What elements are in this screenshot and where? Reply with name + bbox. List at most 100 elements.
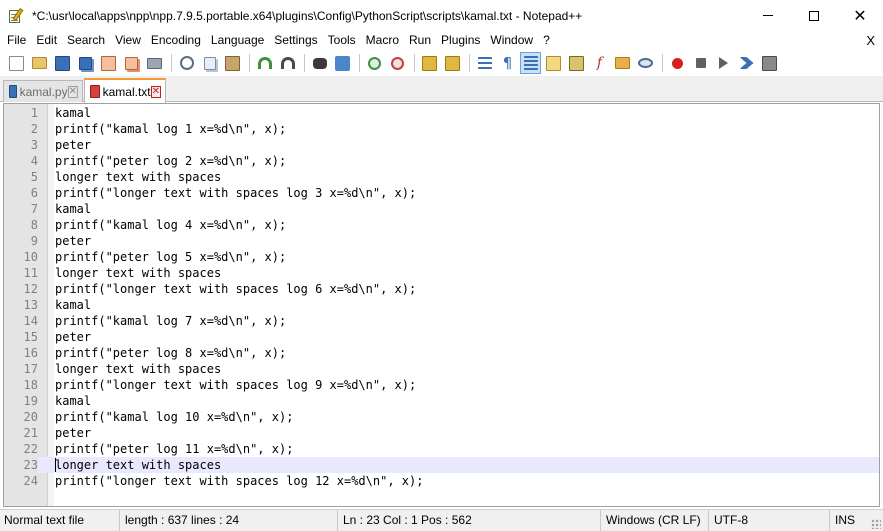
line-text[interactable]: longer text with spaces: [55, 457, 221, 473]
editor-line[interactable]: 7 kamal: [4, 201, 879, 217]
minimize-button[interactable]: [745, 0, 791, 31]
close-button[interactable]: [98, 52, 119, 74]
menu-view[interactable]: View: [110, 31, 146, 50]
save-macro-button[interactable]: [759, 52, 780, 74]
editor-line[interactable]: 22 printf("peter log 11 x=%d\n", x);: [4, 441, 879, 457]
sync-scroll-horizontal-button[interactable]: [442, 52, 463, 74]
function-list-button[interactable]: f: [589, 52, 610, 74]
editor-line[interactable]: 3 peter: [4, 137, 879, 153]
editor-line[interactable]: 21 peter: [4, 425, 879, 441]
stop-recording-button[interactable]: [690, 52, 711, 74]
editor-line[interactable]: 12 printf("longer text with spaces log 6 …: [4, 281, 879, 297]
document-map-button[interactable]: [566, 52, 587, 74]
redo-button[interactable]: [277, 52, 298, 74]
editor-line[interactable]: 23 longer text with spaces: [4, 457, 879, 473]
menu-run[interactable]: Run: [404, 31, 436, 50]
editor-line[interactable]: 11 longer text with spaces: [4, 265, 879, 281]
cut-button[interactable]: [176, 52, 197, 74]
editor-line[interactable]: 15 peter: [4, 329, 879, 345]
line-text[interactable]: kamal: [55, 105, 91, 121]
zoom-in-button[interactable]: [364, 52, 385, 74]
line-text[interactable]: printf("kamal log 4 x=%d\n", x);: [55, 217, 286, 233]
editor-line[interactable]: 2 printf("kamal log 1 x=%d\n", x);: [4, 121, 879, 137]
line-text[interactable]: peter: [55, 329, 91, 345]
zoom-out-button[interactable]: [387, 52, 408, 74]
resize-grip[interactable]: [871, 519, 881, 529]
show-all-chars-button[interactable]: ¶: [497, 52, 518, 74]
maximize-button[interactable]: [791, 0, 837, 31]
sync-scroll-button[interactable]: [419, 52, 440, 74]
line-text[interactable]: printf("peter log 11 x=%d\n", x);: [55, 441, 293, 457]
editor-line[interactable]: 19 kamal: [4, 393, 879, 409]
editor-line[interactable]: 8 printf("kamal log 4 x=%d\n", x);: [4, 217, 879, 233]
editor-line[interactable]: 20 printf("kamal log 10 x=%d\n", x);: [4, 409, 879, 425]
indent-guide-button[interactable]: [520, 52, 541, 74]
line-text[interactable]: longer text with spaces: [55, 169, 221, 185]
copy-button[interactable]: [199, 52, 220, 74]
editor-line[interactable]: 5 longer text with spaces: [4, 169, 879, 185]
menu-encoding[interactable]: Encoding: [146, 31, 206, 50]
menu-edit[interactable]: Edit: [31, 31, 62, 50]
line-text[interactable]: peter: [55, 137, 91, 153]
editor-line[interactable]: 6 printf("longer text with spaces log 3 x…: [4, 185, 879, 201]
close-document-button[interactable]: X: [866, 31, 875, 50]
line-text[interactable]: printf("longer text with spaces log 9 x=…: [55, 377, 416, 393]
undo-button[interactable]: [254, 52, 275, 74]
save-button[interactable]: [52, 52, 73, 74]
close-tab-icon[interactable]: ✕: [150, 85, 161, 98]
menu-settings[interactable]: Settings: [269, 31, 322, 50]
replace-button[interactable]: [332, 52, 353, 74]
editor-line[interactable]: 4 printf("peter log 2 x=%d\n", x);: [4, 153, 879, 169]
status-eol-format[interactable]: Windows (CR LF): [602, 510, 709, 531]
paste-button[interactable]: [222, 52, 243, 74]
tab-kamal-txt[interactable]: kamal.txt ✕: [84, 78, 166, 103]
notepad-plus-plus-icon[interactable]: [8, 7, 24, 24]
editor-line[interactable]: 24 printf("longer text with spaces log 12…: [4, 473, 879, 489]
record-macro-button[interactable]: [667, 52, 688, 74]
line-text[interactable]: longer text with spaces: [55, 361, 221, 377]
line-text[interactable]: printf("kamal log 7 x=%d\n", x);: [55, 313, 286, 329]
close-tab-icon[interactable]: ✕: [67, 85, 78, 98]
tab-kamal-py[interactable]: kamal.py ✕: [3, 80, 83, 102]
editor-line[interactable]: 14 printf("kamal log 7 x=%d\n", x);: [4, 313, 879, 329]
line-text[interactable]: kamal: [55, 297, 91, 313]
line-text[interactable]: printf("longer text with spaces log 12 x…: [55, 473, 423, 489]
word-wrap-button[interactable]: [474, 52, 495, 74]
editor-line[interactable]: 13 kamal: [4, 297, 879, 313]
editor-line[interactable]: 18 printf("longer text with spaces log 9 …: [4, 377, 879, 393]
close-window-button[interactable]: ✕: [837, 0, 883, 31]
menu-tools[interactable]: Tools: [323, 31, 361, 50]
playback-macro-button[interactable]: [713, 52, 734, 74]
menu-plugins[interactable]: Plugins: [436, 31, 485, 50]
menu-language[interactable]: Language: [206, 31, 269, 50]
menu-search[interactable]: Search: [62, 31, 110, 50]
menu-window[interactable]: Window: [485, 31, 538, 50]
text-editor[interactable]: 1 kamal 2 printf("kamal log 1 x=%d\n", x); 3…: [3, 103, 880, 507]
line-text[interactable]: printf("peter log 2 x=%d\n", x);: [55, 153, 286, 169]
line-text[interactable]: printf("peter log 8 x=%d\n", x);: [55, 345, 286, 361]
menu-macro[interactable]: Macro: [361, 31, 404, 50]
line-text[interactable]: printf("kamal log 1 x=%d\n", x);: [55, 121, 286, 137]
line-text[interactable]: printf("peter log 5 x=%d\n", x);: [55, 249, 286, 265]
open-file-button[interactable]: [29, 52, 50, 74]
status-cursor-position[interactable]: Ln : 23 Col : 1 Pos : 562: [339, 510, 601, 531]
editor-line[interactable]: 1 kamal: [4, 105, 879, 121]
editor-lines[interactable]: 1 kamal 2 printf("kamal log 1 x=%d\n", x); 3…: [4, 105, 879, 489]
editor-line[interactable]: 9 peter: [4, 233, 879, 249]
find-button[interactable]: [309, 52, 330, 74]
line-text[interactable]: printf("kamal log 10 x=%d\n", x);: [55, 409, 293, 425]
print-button[interactable]: [144, 52, 165, 74]
line-text[interactable]: peter: [55, 425, 91, 441]
line-text[interactable]: longer text with spaces: [55, 265, 221, 281]
close-all-button[interactable]: [121, 52, 142, 74]
status-encoding[interactable]: UTF-8: [710, 510, 830, 531]
run-macro-multiple-button[interactable]: [736, 52, 757, 74]
line-text[interactable]: printf("longer text with spaces log 3 x=…: [55, 185, 416, 201]
line-text[interactable]: kamal: [55, 393, 91, 409]
editor-line[interactable]: 16 printf("peter log 8 x=%d\n", x);: [4, 345, 879, 361]
user-defined-language-button[interactable]: [543, 52, 564, 74]
new-file-button[interactable]: [6, 52, 27, 74]
editor-line[interactable]: 10 printf("peter log 5 x=%d\n", x);: [4, 249, 879, 265]
line-text[interactable]: peter: [55, 233, 91, 249]
line-text[interactable]: printf("longer text with spaces log 6 x=…: [55, 281, 416, 297]
